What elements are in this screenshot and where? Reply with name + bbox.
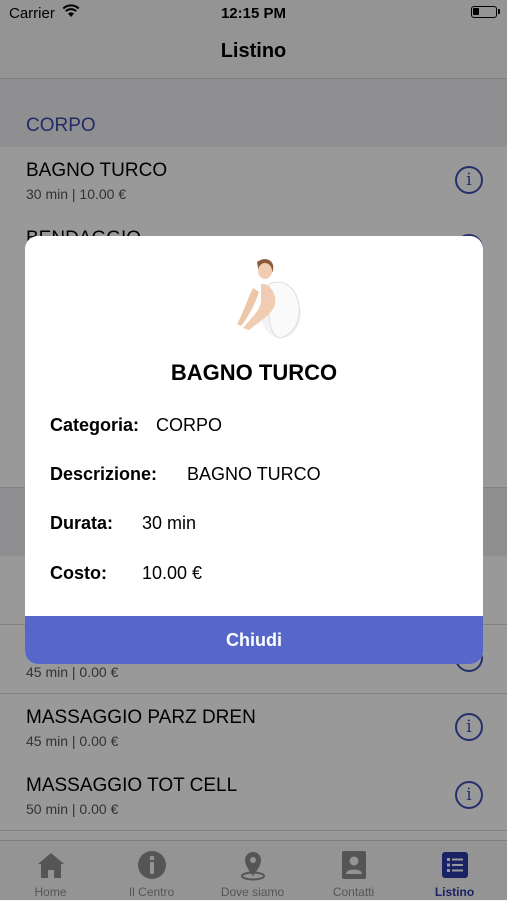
field-label: Durata: <box>50 513 114 533</box>
durata-field: Durata: 30 min <box>50 513 196 534</box>
field-value: BAGNO TURCO <box>187 464 321 484</box>
field-label: Categoria: <box>50 415 140 435</box>
field-value: CORPO <box>156 415 223 435</box>
dialog-title: BAGNO TURCO <box>170 360 338 385</box>
treatment-photo <box>237 259 301 339</box>
close-button[interactable]: Chiudi <box>25 616 483 664</box>
field-label: Costo: <box>50 563 107 583</box>
costo-field: Costo: 10.00 € <box>50 563 202 584</box>
field-label: Descrizione: <box>50 464 158 484</box>
field-value: 30 min <box>142 513 197 533</box>
detail-dialog: BAGNO TURCO Categoria: CORPO Descrizione… <box>25 236 483 664</box>
categoria-field: Categoria: CORPO <box>50 415 222 436</box>
descrizione-field: Descrizione: BAGNO TURCO <box>50 464 321 485</box>
field-value: 10.00 € <box>142 563 203 583</box>
